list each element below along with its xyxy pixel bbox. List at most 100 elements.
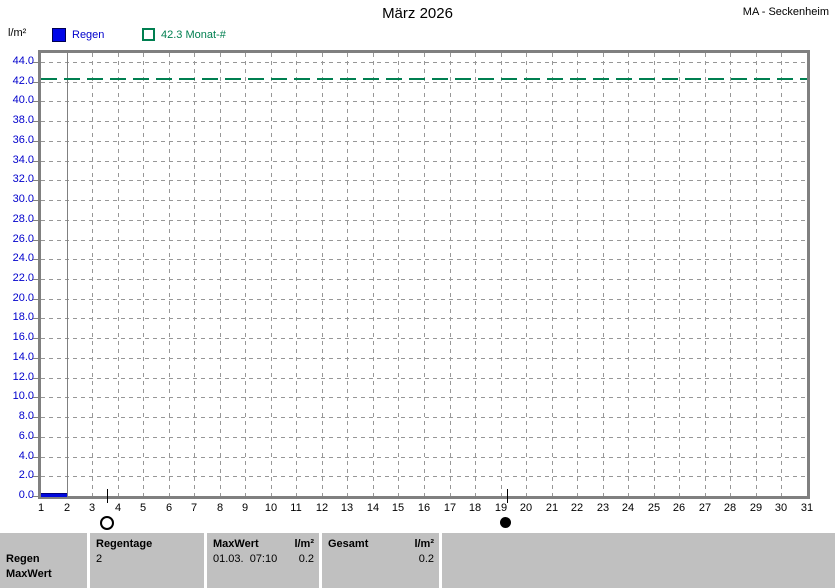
- y-axis-tick-label: 24.0: [12, 252, 34, 264]
- y-axis-tick: [33, 457, 38, 458]
- v-gridline: [424, 53, 425, 496]
- y-axis-tick-label: 34.0: [12, 154, 34, 166]
- table-col-rowlabels: Regen MaxWert: [0, 533, 87, 588]
- y-axis-tick: [33, 397, 38, 398]
- y-axis-tick: [33, 358, 38, 359]
- y-axis-tick-label: 8.0: [18, 410, 34, 422]
- x-axis-tick-label: 6: [165, 502, 173, 514]
- y-axis-tick: [33, 378, 38, 379]
- month-reference-line: [41, 78, 807, 80]
- full-moon-icon: [100, 516, 114, 530]
- y-axis-tick-label: 22.0: [12, 272, 34, 284]
- y-axis-tick-label: 36.0: [12, 134, 34, 146]
- regen-swatch-icon: [52, 28, 66, 42]
- y-axis-tick-label: 12.0: [12, 371, 34, 383]
- gesamt-header: Gesamt: [328, 538, 369, 550]
- y-axis-tick: [33, 240, 38, 241]
- x-axis-tick-label: 24: [621, 502, 635, 514]
- v-gridline: [475, 53, 476, 496]
- v-gridline: [628, 53, 629, 496]
- x-axis-tick-label: 29: [749, 502, 763, 514]
- station-name: MA - Seckenheim: [742, 6, 829, 18]
- summary-table: Regen MaxWert Regentage 2 MaxWert l/m² 0…: [0, 533, 835, 588]
- v-gridline: [450, 53, 451, 496]
- y-axis-tick-label: 42.0: [12, 75, 34, 87]
- x-axis-tick-label: 23: [596, 502, 610, 514]
- x-axis-tick-label: 13: [340, 502, 354, 514]
- legend-item-regen: Regen: [52, 28, 104, 42]
- x-axis-tick-label: 28: [723, 502, 737, 514]
- v-gridline: [118, 53, 119, 496]
- v-gridline: [730, 53, 731, 496]
- v-gridline: [654, 53, 655, 496]
- y-axis-unit-label: l/m²: [8, 27, 27, 39]
- chart-plot-area: [38, 50, 810, 499]
- x-axis-tick-label: 25: [647, 502, 661, 514]
- regentage-value: 2: [96, 553, 103, 565]
- x-axis-tick-label: 2: [63, 502, 71, 514]
- x-axis-tick-label: 30: [774, 502, 788, 514]
- x-axis-tick-label: 10: [264, 502, 278, 514]
- y-axis-tick: [33, 259, 38, 260]
- table-col-gesamt: Gesamt l/m² 0.2: [322, 533, 439, 588]
- v-gridline: [296, 53, 297, 496]
- y-axis-tick-label: 0.0: [18, 489, 34, 501]
- v-gridline: [398, 53, 399, 496]
- y-axis-tick: [33, 299, 38, 300]
- x-axis-tick-label: 4: [114, 502, 122, 514]
- v-gridline: [781, 53, 782, 496]
- x-axis-tick-label: 8: [216, 502, 224, 514]
- v-gridline: [552, 53, 553, 496]
- maxwert-header: MaxWert: [213, 538, 259, 550]
- table-row-label-maxwert: MaxWert: [6, 568, 52, 580]
- y-axis-tick-label: 2.0: [18, 469, 34, 481]
- y-axis-tick: [33, 220, 38, 221]
- x-axis-tick-label: 15: [391, 502, 405, 514]
- x-axis-tick-label: 11: [290, 502, 302, 514]
- maxwert-unit-header: l/m²: [294, 538, 314, 550]
- v-gridline: [220, 53, 221, 496]
- legend-regen-label: Regen: [72, 29, 105, 41]
- moon-phase-tick: [107, 489, 108, 503]
- gesamt-unit-header: l/m²: [414, 538, 434, 550]
- y-axis-tick-label: 16.0: [12, 331, 34, 343]
- y-axis-tick-label: 10.0: [12, 390, 34, 402]
- y-axis-tick-label: 20.0: [12, 292, 34, 304]
- x-axis-tick-label: 1: [37, 502, 45, 514]
- y-axis-tick: [33, 82, 38, 83]
- x-axis-tick-label: 27: [698, 502, 712, 514]
- current-day-marker-line: [67, 53, 68, 496]
- v-gridline: [501, 53, 502, 496]
- v-gridline: [245, 53, 246, 496]
- rain-bar: [41, 493, 67, 497]
- v-gridline: [143, 53, 144, 496]
- maxwert-datetime-value: 01.03. 07:10: [213, 553, 278, 565]
- v-gridline: [271, 53, 272, 496]
- v-gridline: [194, 53, 195, 496]
- y-axis-tick: [33, 200, 38, 201]
- weather-chart-window: März 2026 MA - Seckenheim l/m² Regen 42.…: [0, 0, 835, 588]
- y-axis-tick: [33, 318, 38, 319]
- y-axis-tick: [33, 62, 38, 63]
- x-axis-tick-label: 18: [468, 502, 482, 514]
- x-axis-tick-label: 5: [139, 502, 147, 514]
- moon-phase-tick: [507, 489, 508, 503]
- maxwert-amount-value: 0.2: [298, 553, 314, 565]
- y-axis-tick: [33, 496, 38, 497]
- monat-swatch-icon: [142, 28, 155, 41]
- x-axis-tick-label: 14: [366, 502, 380, 514]
- legend-monat-label: 42.3 Monat-#: [161, 28, 226, 41]
- y-axis-tick-label: 40.0: [12, 94, 34, 106]
- new-moon-icon: [500, 517, 511, 528]
- x-axis-tick-label: 16: [417, 502, 431, 514]
- y-axis-tick-label: 30.0: [12, 193, 34, 205]
- x-axis-tick-label: 12: [315, 502, 329, 514]
- regentage-header: Regentage: [96, 538, 153, 550]
- table-col-empty: [442, 533, 835, 588]
- v-gridline: [169, 53, 170, 496]
- y-axis-tick-label: 6.0: [18, 430, 34, 442]
- x-axis-tick-label: 22: [570, 502, 584, 514]
- v-gridline: [679, 53, 680, 496]
- table-row-label-regen: Regen: [6, 553, 40, 565]
- x-axis-tick-label: 17: [443, 502, 457, 514]
